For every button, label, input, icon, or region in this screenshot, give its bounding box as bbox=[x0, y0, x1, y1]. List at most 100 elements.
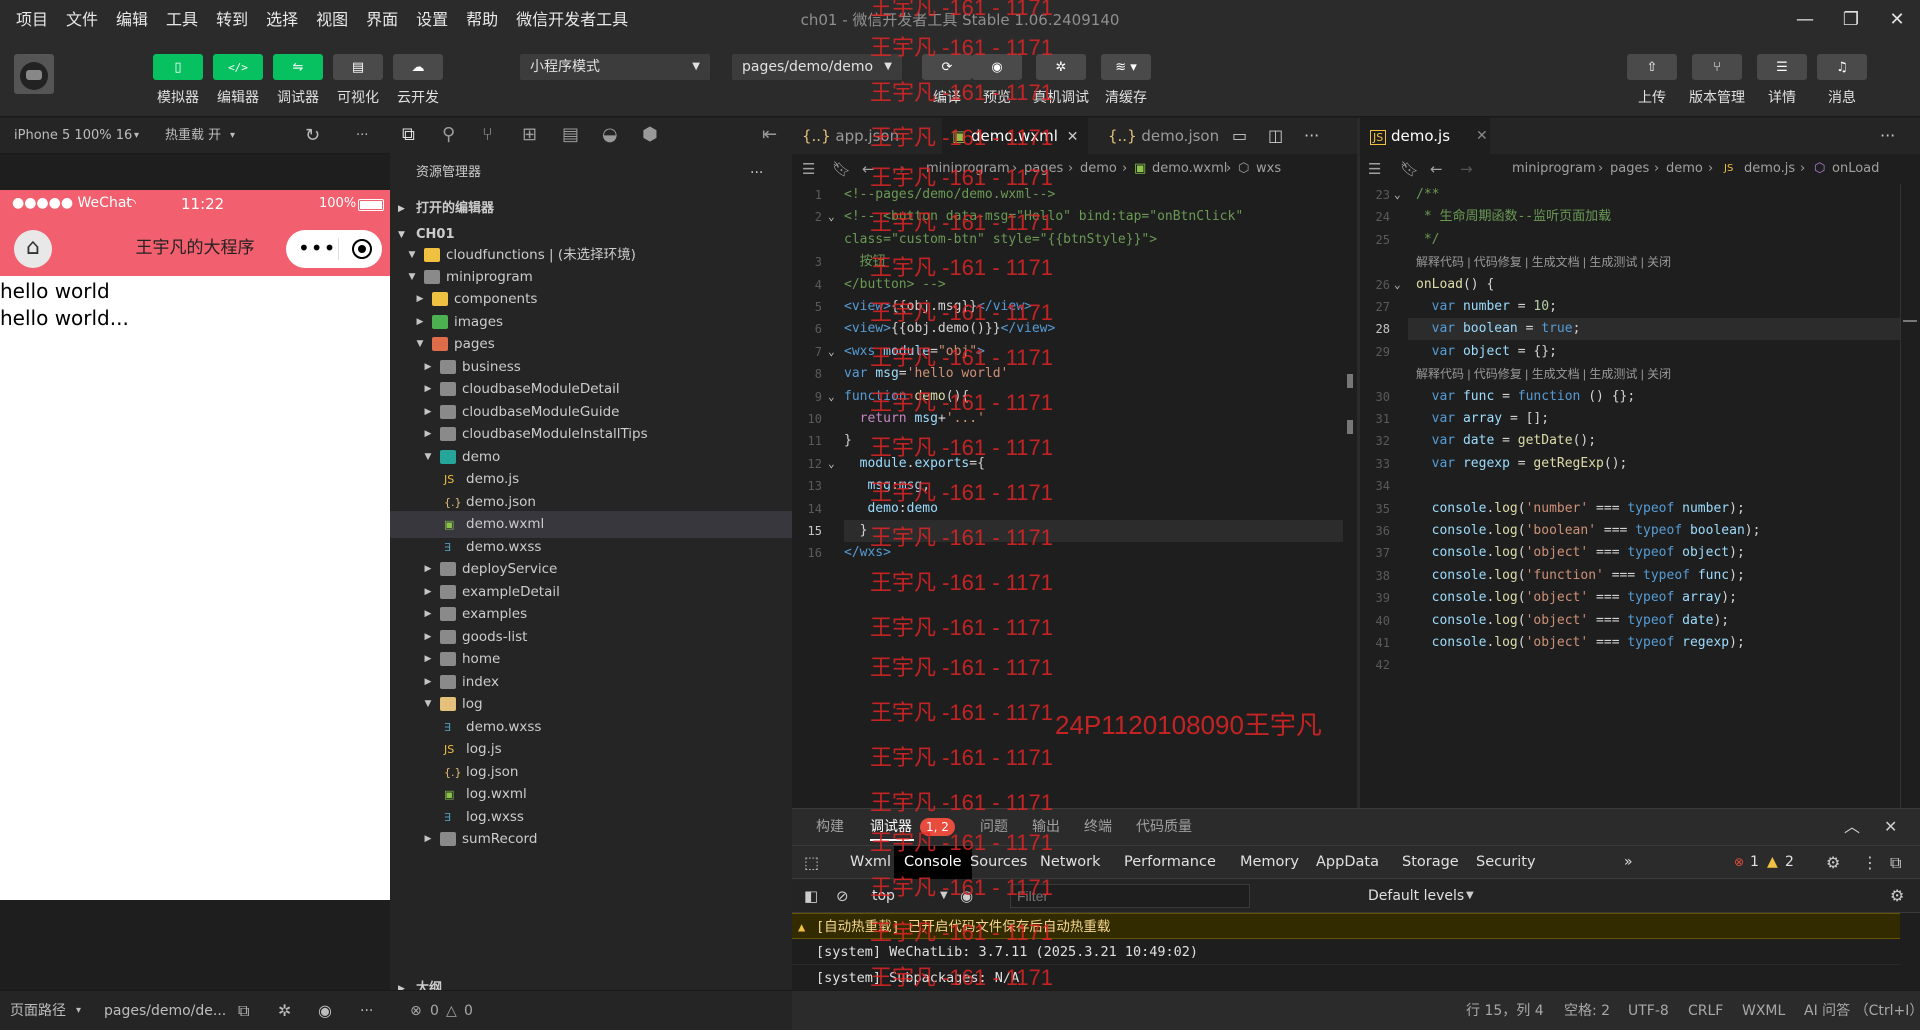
encoding[interactable]: UTF-8 bbox=[1628, 991, 1669, 1030]
search-icon[interactable]: ⚲ bbox=[442, 124, 455, 145]
menu-item[interactable]: 视图 bbox=[307, 0, 357, 40]
more-icon[interactable]: ··· bbox=[1880, 118, 1895, 154]
menu-item[interactable]: 帮助 bbox=[457, 0, 507, 40]
list-icon[interactable]: ☰ bbox=[802, 154, 815, 184]
mode-select[interactable]: 小程序模式 ▼ bbox=[520, 54, 710, 80]
menu-item[interactable]: 微信开发者工具 bbox=[507, 0, 637, 40]
outline-section[interactable]: ▶ 大纲 bbox=[390, 976, 792, 990]
docker-icon[interactable]: ◒ bbox=[602, 124, 618, 145]
settings-icon[interactable]: ✲ bbox=[278, 991, 291, 1030]
codelens-actions[interactable]: 解释代码 | 代码修复 | 生成文档 | 生成测试 | 关闭 bbox=[1416, 363, 1671, 385]
tab-problems[interactable]: 问题 bbox=[980, 809, 1008, 845]
tab-demo-js[interactable]: JS demo.js bbox=[1360, 118, 1490, 154]
close-window-button[interactable]: ✕ bbox=[1874, 0, 1920, 40]
collapse-panel-icon[interactable]: ⇤ bbox=[762, 124, 777, 145]
storage-icon[interactable]: ▤ bbox=[562, 124, 579, 145]
editor-tool[interactable]: </> 编辑器 bbox=[213, 54, 263, 107]
messages-tool[interactable]: ♫ 消息 bbox=[1817, 54, 1867, 107]
tab-output[interactable]: 输出 bbox=[1032, 809, 1060, 845]
back-icon[interactable]: ← bbox=[1430, 154, 1443, 184]
more-icon[interactable]: ··· bbox=[1304, 118, 1319, 154]
fold-icon[interactable]: ⌄ bbox=[828, 206, 835, 228]
version-tool[interactable]: ⑂ 版本管理 bbox=[1689, 54, 1745, 107]
gear-icon[interactable]: ⚙ bbox=[1826, 846, 1840, 879]
comment-icon[interactable]: ▭ bbox=[1232, 118, 1247, 154]
devtools-tab[interactable]: Sources bbox=[970, 846, 1027, 879]
git-icon[interactable]: ⑂ bbox=[482, 124, 493, 145]
close-icon[interactable]: ✕ bbox=[1476, 118, 1488, 154]
devtools-tab[interactable]: Network bbox=[1040, 846, 1101, 879]
list-icon[interactable]: ☰ bbox=[1368, 154, 1381, 184]
preview-tool[interactable]: ◉ 预览 bbox=[972, 54, 1022, 107]
more-icon[interactable]: ··· bbox=[356, 118, 368, 154]
tab-terminal[interactable]: 终端 bbox=[1084, 809, 1112, 845]
files-icon[interactable]: ⧉ bbox=[402, 124, 415, 145]
editor1-code[interactable]: 1 <!--pages/demo/demo.wxml--> 2 ⌄ <!-- <butt… bbox=[792, 184, 1357, 808]
editor2-scrollbar[interactable] bbox=[1900, 184, 1920, 808]
menu-item[interactable]: 项目 bbox=[0, 0, 57, 40]
copy-icon[interactable]: ⧉ bbox=[238, 991, 249, 1030]
devtools-tab[interactable]: Wxml bbox=[850, 846, 891, 879]
rotate-icon[interactable]: ↻ bbox=[305, 118, 320, 154]
fold-icon[interactable]: ⌄ bbox=[1394, 184, 1401, 206]
cloud-tool[interactable]: ☁ 云开发 bbox=[393, 54, 443, 107]
devtools-tab[interactable]: Memory bbox=[1240, 846, 1299, 879]
ai-assistant[interactable]: AI 问答 （Ctrl+I） bbox=[1804, 991, 1920, 1030]
upload-tool[interactable]: ⇧ 上传 bbox=[1627, 54, 1677, 107]
clear-console-icon[interactable]: ⊘ bbox=[836, 879, 849, 913]
devtools-tab[interactable]: Console bbox=[894, 846, 972, 879]
menu-item[interactable]: 编辑 bbox=[107, 0, 157, 40]
close-icon[interactable]: ✕ bbox=[1067, 129, 1079, 145]
tab-code-quality[interactable]: 代码质量 bbox=[1136, 809, 1192, 845]
close-mini-icon[interactable] bbox=[352, 239, 372, 259]
codelens-actions[interactable]: 解释代码 | 代码修复 | 生成文档 | 生成测试 | 关闭 bbox=[1416, 251, 1671, 273]
devtools-tab[interactable]: AppData bbox=[1316, 846, 1379, 879]
hot-reload-toggle[interactable]: 热重载 开 bbox=[165, 118, 221, 154]
gear-icon[interactable]: ⚙ bbox=[1890, 879, 1904, 913]
maximize-button[interactable]: ❐ bbox=[1828, 0, 1874, 40]
page-select[interactable]: pages/demo/demo ▼ bbox=[732, 54, 902, 80]
extensions-icon[interactable]: ⊞ bbox=[522, 124, 537, 145]
indent-setting[interactable]: 空格: 2 bbox=[1564, 991, 1610, 1030]
details-tool[interactable]: ☰ 详情 bbox=[1757, 54, 1807, 107]
kebab-icon[interactable]: ⋮ bbox=[1862, 846, 1878, 879]
fold-icon[interactable]: ⌄ bbox=[828, 453, 835, 475]
simulator-tool[interactable]: ▯ 模拟器 bbox=[153, 54, 203, 107]
eye-icon[interactable]: ◉ bbox=[960, 879, 973, 913]
capsule-menu[interactable]: ••• bbox=[286, 230, 382, 268]
forward-icon[interactable]: → bbox=[892, 154, 905, 184]
tab-demo-wxml[interactable]: ▣ demo.wxml ✕ bbox=[942, 118, 1088, 154]
menu-item[interactable]: 设置 bbox=[407, 0, 457, 40]
more-icon[interactable]: ··· bbox=[360, 991, 373, 1030]
clear-cache-tool[interactable]: ≋ ▾ 清缓存 bbox=[1101, 54, 1151, 107]
sidebar-toggle-icon[interactable]: ◧ bbox=[804, 879, 818, 913]
line-ending[interactable]: CRLF bbox=[1688, 991, 1723, 1030]
levels-select[interactable]: Default levels bbox=[1368, 879, 1464, 913]
tab-build[interactable]: 构建 bbox=[816, 809, 844, 845]
more-icon[interactable]: ··· bbox=[750, 154, 763, 192]
tab-app-json[interactable]: {..} app.json bbox=[792, 118, 942, 154]
menu-item[interactable]: 选择 bbox=[257, 0, 307, 40]
menu-item[interactable]: 工具 bbox=[157, 0, 207, 40]
chevron-up-icon[interactable]: ︿ bbox=[1844, 809, 1860, 845]
close-icon[interactable]: ✕ bbox=[1884, 809, 1897, 845]
fold-icon[interactable]: ⌄ bbox=[828, 386, 835, 408]
language-mode[interactable]: WXML bbox=[1742, 991, 1785, 1030]
editor1-scrollbar[interactable] bbox=[1343, 184, 1357, 808]
avatar[interactable] bbox=[14, 54, 54, 94]
editor2-code[interactable]: 23 ⌄ /** 24 * 生命周期函数--监听页面加载 25 */ 解释代码 | 代码修… bbox=[1360, 184, 1920, 808]
plugin-icon[interactable]: ⬢ bbox=[642, 124, 658, 145]
bookmark-icon[interactable]: 🔖︎ bbox=[1400, 154, 1419, 184]
minimize-button[interactable]: — bbox=[1782, 0, 1828, 40]
devtools-tab[interactable]: Security bbox=[1476, 846, 1536, 879]
menu-item[interactable]: 转到 bbox=[207, 0, 257, 40]
open-editors-section[interactable]: ▶ 打开的编辑器 bbox=[390, 196, 792, 222]
fold-icon[interactable]: ⌄ bbox=[828, 341, 835, 363]
more-dots-icon[interactable]: ••• bbox=[298, 236, 336, 260]
tab-demo-json[interactable]: {..} demo.json bbox=[1098, 118, 1228, 154]
more-tabs[interactable]: » bbox=[1624, 846, 1633, 879]
device-select[interactable]: iPhone 5 100% 16 bbox=[14, 118, 132, 154]
bookmark-icon[interactable]: 🔖︎ bbox=[832, 154, 851, 184]
context-select[interactable]: top bbox=[872, 879, 895, 913]
cursor-position[interactable]: 行 15，列 4 bbox=[1466, 991, 1544, 1030]
